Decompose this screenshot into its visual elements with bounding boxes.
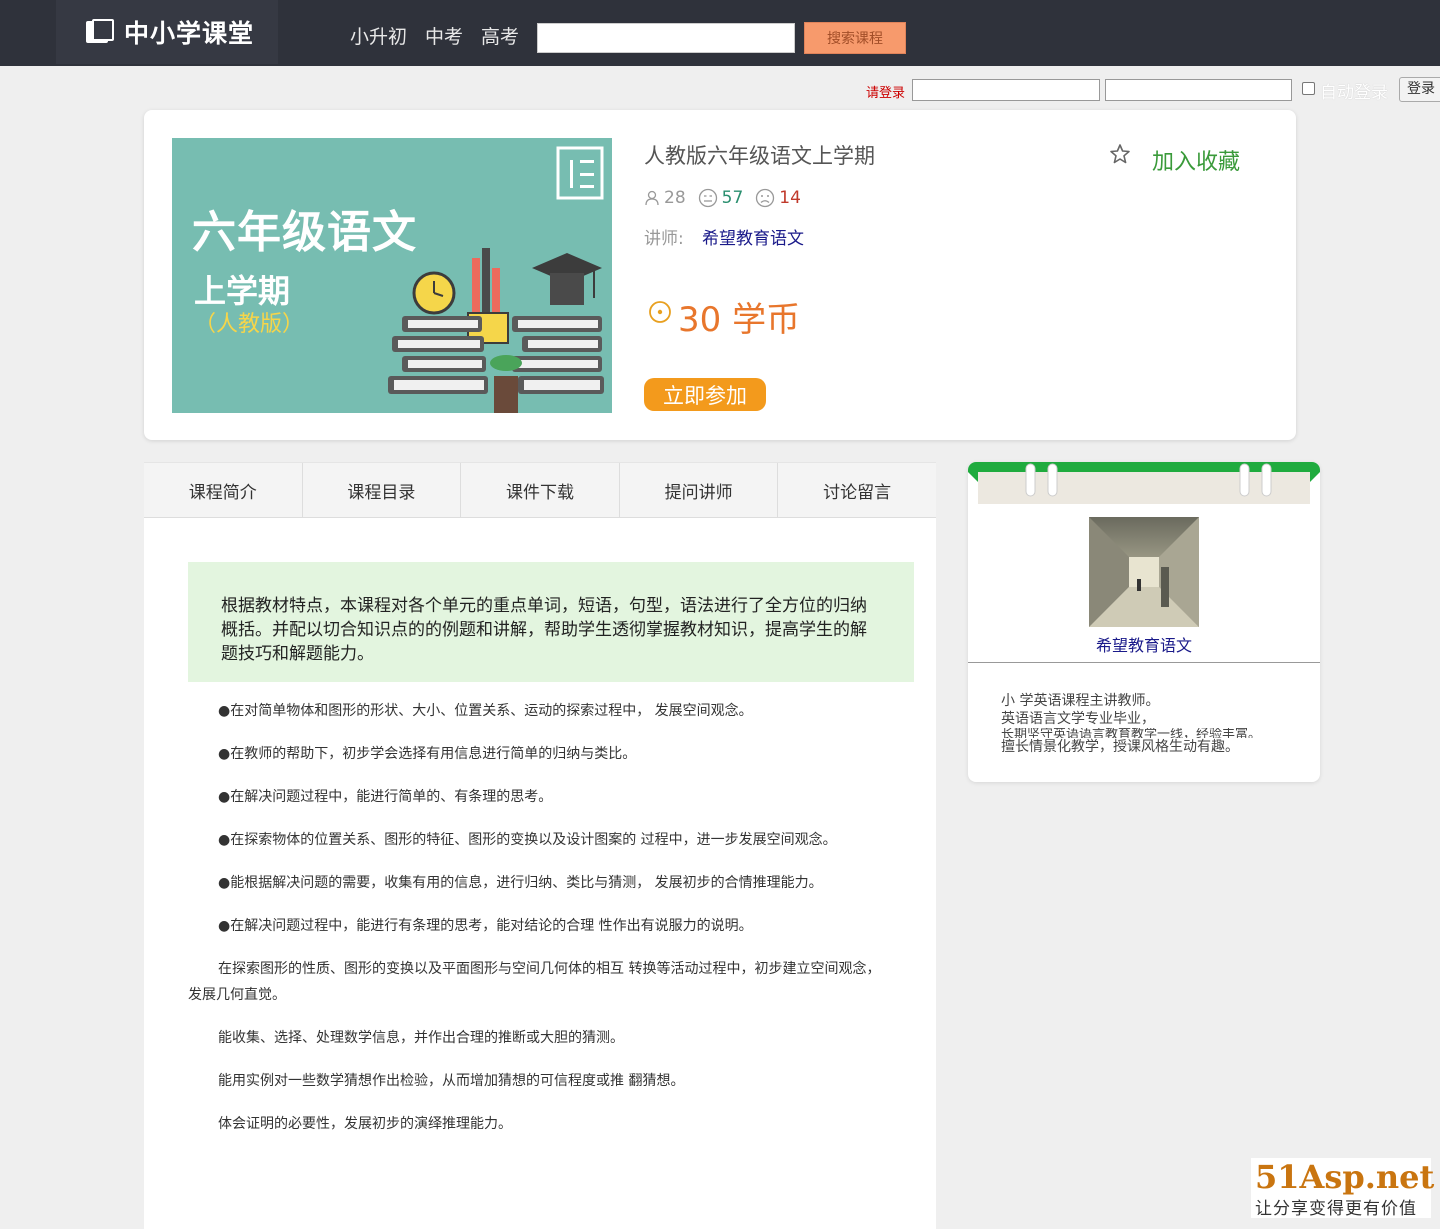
brand-mark-icon xyxy=(556,146,604,200)
course-content-panel: 课程简介 课程目录 课件下载 提问讲师 讨论留言 根据教材特点，本课程对各个单元… xyxy=(144,462,936,1229)
user-icon xyxy=(645,190,659,206)
top-navbar: 中小学课堂 小升初 中考 高考 搜索课程 xyxy=(0,0,1440,66)
nav-link-xiaoshengchu[interactable]: 小升初 xyxy=(350,22,407,49)
site-logo[interactable]: 中小学课堂 xyxy=(56,0,278,64)
course-description: ●在对简单物体和图形的形状、大小、位置关系、运动的探索过程中， 发展空间观念。 … xyxy=(188,698,894,1154)
course-intro-box: 根据教材特点，本课程对各个单元的重点单词，短语，句型，语法进行了全方位的归纳概括… xyxy=(188,562,914,682)
login-button[interactable]: 登录 xyxy=(1399,77,1440,102)
teacher-link[interactable]: 希望教育语文 xyxy=(702,224,804,249)
teacher-card-name[interactable]: 希望教育语文 xyxy=(968,632,1320,656)
tab-discussion[interactable]: 讨论留言 xyxy=(778,463,936,517)
login-tip: 请登录 xyxy=(866,86,906,101)
bio-line: 小 学英语课程主讲教师。 xyxy=(1001,693,1160,709)
logo-text: 中小学课堂 xyxy=(124,19,255,48)
search-input[interactable] xyxy=(537,23,795,53)
description-item: ●在对简单物体和图形的形状、大小、位置关系、运动的探索过程中， 发展空间观念。 xyxy=(218,703,753,719)
tab-course-intro[interactable]: 课程简介 xyxy=(144,463,303,517)
description-item: 能收集、选择、处理数学信息，并作出合理的推断或大胆的猜测。 xyxy=(218,1030,624,1046)
bad-count: 14 xyxy=(779,188,801,208)
bio-line: 长期坚守英语语言教育教学一线，经验丰富。 xyxy=(1001,728,1262,738)
tab-courseware-download[interactable]: 课件下载 xyxy=(461,463,620,517)
description-item: ●在解决问题过程中，能进行简单的、有条理的思考。 xyxy=(218,789,553,805)
join-now-button[interactable]: 立即参加 xyxy=(644,378,766,411)
username-field[interactable] xyxy=(912,79,1100,101)
course-title: 人教版六年级语文上学期 xyxy=(644,144,875,168)
watermark-logo: 51Asp.net xyxy=(1255,1158,1435,1196)
book-icon xyxy=(86,19,116,45)
cover-edition: （人教版） xyxy=(194,312,305,337)
nav-link-zhongkao[interactable]: 中考 xyxy=(425,22,463,49)
course-tabs: 课程简介 课程目录 课件下载 提问讲师 讨论留言 xyxy=(144,462,936,518)
student-count: 28 xyxy=(664,188,686,208)
description-item: ●在教师的帮助下，初步学会选择有用信息进行简单的归纳与类比。 xyxy=(218,746,637,762)
nav-link-gaokao[interactable]: 高考 xyxy=(481,22,519,49)
sad-face-icon xyxy=(756,188,775,208)
divider xyxy=(968,662,1320,663)
star-icon[interactable] xyxy=(1108,142,1132,166)
tab-ask-teacher[interactable]: 提问讲师 xyxy=(620,463,779,517)
description-item: ●在探索物体的位置关系、图形的特征、图形的变换以及设计图案的 过程中，进一步发展… xyxy=(218,832,837,848)
course-stats: 28 57 14 xyxy=(644,188,801,208)
main-nav: 小升初 中考 高考 xyxy=(350,22,519,49)
calendar-binder-decoration xyxy=(968,462,1320,504)
add-favorite-button[interactable]: 加入收藏 xyxy=(1152,144,1240,176)
course-price: 30 学币 xyxy=(678,300,801,340)
books-illustration-icon xyxy=(388,248,604,413)
description-item: 能用实例对一些数学猜想作出检验，从而增加猜想的可信程度或推 翻猜想。 xyxy=(218,1073,685,1089)
teacher-bio: 小 学英语课程主讲教师。 英语语言文学专业毕业， 长期坚守英语语言教育教学一线，… xyxy=(1001,692,1261,756)
good-count: 57 xyxy=(721,188,744,208)
course-card: 六年级语文 上学期 （人教版） 人教版六年级语文上学期 加入收藏 28 57 1… xyxy=(144,110,1296,440)
watermark-slogan: 让分享变得更有价值 xyxy=(1255,1199,1417,1219)
coin-icon xyxy=(649,301,671,323)
teacher-card: 希望教育语文 小 学英语课程主讲教师。 英语语言文学专业毕业， 长期坚守英语语言… xyxy=(968,462,1320,782)
teacher-label: 讲师: xyxy=(644,229,684,249)
course-cover-image[interactable]: 六年级语文 上学期 （人教版） xyxy=(172,138,612,413)
auto-login-checkbox[interactable] xyxy=(1302,82,1315,95)
description-item: 体会证明的必要性，发展初步的演绎推理能力。 xyxy=(218,1116,512,1132)
bio-line: 擅长情景化教学，授课风格生动有趣。 xyxy=(1001,739,1239,755)
description-item: ●能根据解决问题的需要，收集有用的信息，进行归纳、类比与猜测， 发展初步的合情推… xyxy=(218,875,823,891)
description-item: 在探索图形的性质、图形的变换以及平面图形与空间几何体的相互 转换等活动过程中，初… xyxy=(188,961,881,1003)
neutral-face-icon xyxy=(698,188,717,208)
auto-login-label: 自动登录 xyxy=(1320,83,1388,103)
bio-line: 英语语言文学专业毕业， xyxy=(1001,711,1155,727)
description-item: ●在解决问题过程中，能进行有条理的思考，能对结论的合理 性作出有说服力的说明。 xyxy=(218,918,753,934)
password-field[interactable] xyxy=(1105,79,1292,101)
watermark: 51Asp.net 让分享变得更有价值 xyxy=(1251,1158,1435,1219)
corridor-photo-icon xyxy=(1089,517,1199,627)
tab-course-catalog[interactable]: 课程目录 xyxy=(303,463,462,517)
search-button[interactable]: 搜索课程 xyxy=(804,22,906,54)
teacher-avatar[interactable] xyxy=(1089,517,1199,627)
